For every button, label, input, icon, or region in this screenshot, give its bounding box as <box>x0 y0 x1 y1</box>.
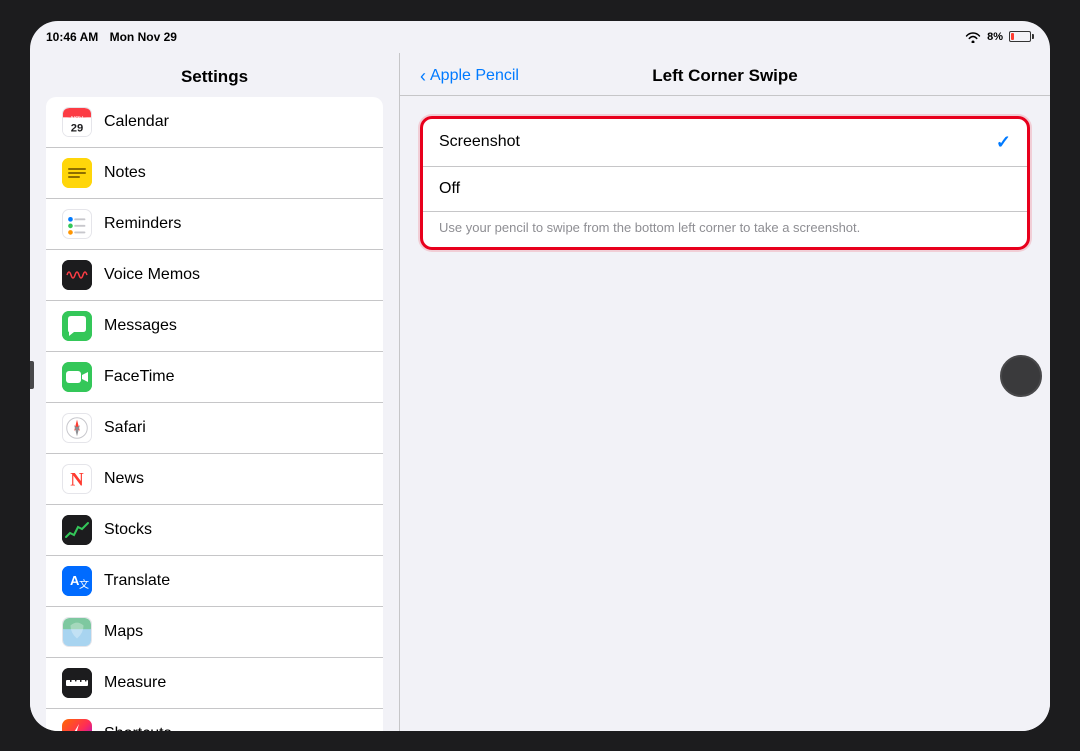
device-frame: 10:46 AM Mon Nov 29 8% Settings <box>30 21 1050 731</box>
maps-label: Maps <box>104 623 143 641</box>
sidebar-item-translate[interactable]: A 文 Translate <box>46 556 383 607</box>
reminders-label: Reminders <box>104 215 181 233</box>
notes-label: Notes <box>104 164 146 182</box>
back-button[interactable]: ‹ Apple Pencil <box>420 67 519 85</box>
home-button[interactable] <box>1000 355 1042 397</box>
messages-icon <box>62 311 92 341</box>
translate-label: Translate <box>104 572 170 590</box>
sidebar-title: Settings <box>30 53 399 97</box>
sidebar-item-facetime[interactable]: FaceTime <box>46 352 383 403</box>
off-label: Off <box>439 180 460 198</box>
side-button <box>30 361 34 389</box>
right-panel: ‹ Apple Pencil Left Corner Swipe Screens… <box>400 53 1050 731</box>
options-card: Screenshot ✓ Off Use your pencil to swip… <box>420 116 1030 250</box>
sidebar: Settings 29 NOV Cale <box>30 53 400 731</box>
voicememos-icon <box>62 260 92 290</box>
stocks-label: Stocks <box>104 521 152 539</box>
notes-icon <box>62 158 92 188</box>
measure-label: Measure <box>104 674 166 692</box>
right-header: ‹ Apple Pencil Left Corner Swipe <box>400 53 1050 96</box>
wifi-icon <box>965 31 981 43</box>
chevron-left-icon: ‹ <box>420 67 426 85</box>
calendar-icon: 29 NOV <box>62 107 92 137</box>
sidebar-item-stocks[interactable]: Stocks <box>46 505 383 556</box>
option-off[interactable]: Off <box>423 167 1027 212</box>
news-icon: N <box>62 464 92 494</box>
screenshot-label: Screenshot <box>439 133 520 151</box>
svg-text:N: N <box>70 469 84 490</box>
sidebar-section-apps: 29 NOV Calendar <box>46 97 383 731</box>
calendar-label: Calendar <box>104 113 169 131</box>
main-content: Settings 29 NOV Cale <box>30 53 1050 731</box>
stocks-icon <box>62 515 92 545</box>
status-left: 10:46 AM Mon Nov 29 <box>46 30 177 44</box>
translate-icon: A 文 <box>62 566 92 596</box>
measure-icon <box>62 668 92 698</box>
safari-icon <box>62 413 92 443</box>
sidebar-item-messages[interactable]: Messages <box>46 301 383 352</box>
page-title: Left Corner Swipe <box>652 66 797 86</box>
voicememos-label: Voice Memos <box>104 266 200 284</box>
messages-label: Messages <box>104 317 177 335</box>
option-screenshot[interactable]: Screenshot ✓ <box>423 119 1027 167</box>
status-right: 8% <box>965 31 1034 43</box>
sidebar-item-safari[interactable]: Safari <box>46 403 383 454</box>
sidebar-item-reminders[interactable]: Reminders <box>46 199 383 250</box>
sidebar-item-shortcuts[interactable]: Shortcuts <box>46 709 383 731</box>
facetime-label: FaceTime <box>104 368 175 386</box>
shortcuts-label: Shortcuts <box>104 725 172 731</box>
sidebar-item-notes[interactable]: Notes <box>46 148 383 199</box>
hint-text: Use your pencil to swipe from the bottom… <box>423 212 1027 247</box>
facetime-icon <box>62 362 92 392</box>
sidebar-item-voicememos[interactable]: Voice Memos <box>46 250 383 301</box>
screenshot-checkmark: ✓ <box>996 132 1011 153</box>
time: 10:46 AM <box>46 30 98 44</box>
maps-icon <box>62 617 92 647</box>
svg-text:29: 29 <box>71 122 83 134</box>
reminders-icon <box>62 209 92 239</box>
svg-text:NOV: NOV <box>71 116 83 122</box>
date: Mon Nov 29 <box>110 30 177 44</box>
news-label: News <box>104 470 144 488</box>
battery-icon <box>1009 31 1034 42</box>
safari-label: Safari <box>104 419 146 437</box>
status-bar: 10:46 AM Mon Nov 29 8% <box>30 21 1050 53</box>
back-label: Apple Pencil <box>430 67 519 85</box>
battery-percent: 8% <box>987 31 1003 43</box>
sidebar-item-measure[interactable]: Measure <box>46 658 383 709</box>
sidebar-item-news[interactable]: N News <box>46 454 383 505</box>
svg-text:文: 文 <box>79 578 89 591</box>
sidebar-item-calendar[interactable]: 29 NOV Calendar <box>46 97 383 148</box>
sidebar-item-maps[interactable]: Maps <box>46 607 383 658</box>
shortcuts-icon <box>62 719 92 731</box>
